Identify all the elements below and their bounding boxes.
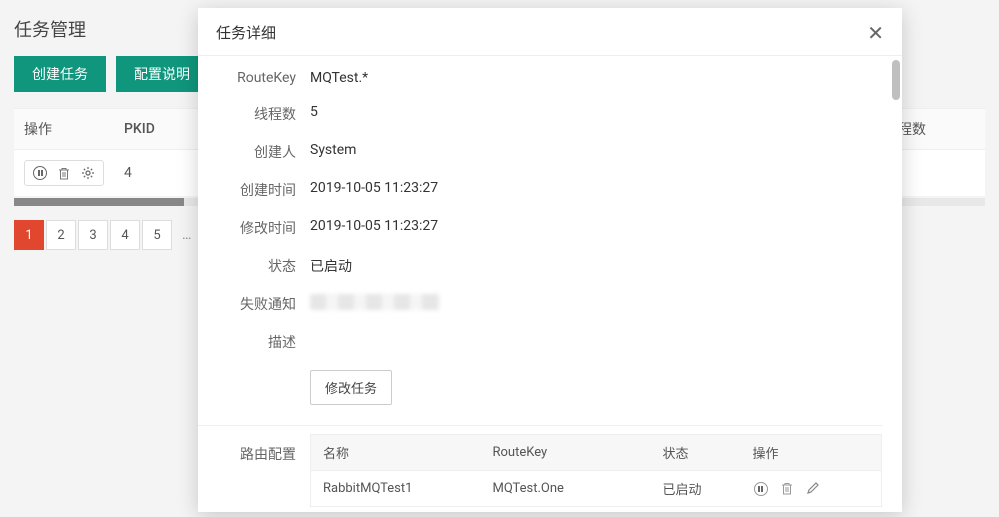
value-routekey: MQTest.* (310, 68, 882, 86)
value-modify-time: 2019-10-05 11:23:27 (310, 216, 882, 234)
rt-cell-name: RabbitMQTest1 (311, 471, 481, 507)
page-2[interactable]: 2 (46, 220, 76, 250)
label-description: 描述 (198, 330, 310, 352)
task-detail-modal: 任务详细 ✕ RouteKey MQTest.* 线程数 5 创建人 Syste… (198, 8, 902, 512)
col-header-operate: 操作 (14, 109, 114, 150)
close-icon[interactable]: ✕ (867, 23, 884, 43)
rt-col-routekey: RouteKey (481, 435, 651, 471)
value-creator: System (310, 140, 882, 158)
pause-icon[interactable] (753, 481, 769, 497)
rt-cell-status: 已启动 (651, 471, 741, 507)
edit-icon[interactable] (805, 481, 821, 497)
label-routekey: RouteKey (198, 68, 310, 86)
label-status: 状态 (198, 254, 310, 276)
rt-col-status: 状态 (651, 435, 741, 471)
page-4[interactable]: 4 (110, 220, 140, 250)
rt-col-name: 名称 (311, 435, 481, 471)
value-threads: 5 (310, 102, 882, 120)
rt-cell-routekey: MQTest.One (481, 471, 651, 507)
page-3[interactable]: 3 (78, 220, 108, 250)
route-op-group (753, 481, 870, 497)
label-creator: 创建人 (198, 140, 310, 162)
trash-icon[interactable] (53, 163, 75, 183)
route-table: 名称 RouteKey 状态 操作 RabbitMQTest1 MQTest.O… (310, 434, 882, 507)
route-row: RabbitMQTest1 MQTest.One 已启动 (311, 471, 882, 507)
row-op-group (24, 160, 104, 186)
page-5[interactable]: 5 (142, 220, 172, 250)
label-fail-notify: 失败通知 (198, 292, 310, 314)
page-ellipsis: … (174, 227, 199, 243)
value-fail-notify (310, 292, 882, 310)
label-route-config: 路由配置 (198, 434, 310, 512)
value-create-time: 2019-10-05 11:23:27 (310, 178, 882, 196)
label-threads: 线程数 (198, 102, 310, 124)
modal-title: 任务详细 (216, 22, 276, 43)
divider (198, 425, 882, 426)
create-task-button[interactable]: 创建任务 (14, 56, 106, 92)
config-desc-button[interactable]: 配置说明 (116, 56, 208, 92)
value-status: 已启动 (310, 254, 882, 276)
trash-icon[interactable] (779, 481, 795, 497)
gear-icon[interactable] (77, 163, 99, 183)
vertical-scrollbar[interactable] (892, 60, 900, 508)
value-description (310, 330, 882, 332)
pause-icon[interactable] (29, 163, 51, 183)
label-modify-time: 修改时间 (198, 216, 310, 238)
edit-task-button[interactable]: 修改任务 (310, 370, 392, 405)
page-1[interactable]: 1 (14, 220, 44, 250)
redacted-content (310, 294, 440, 310)
label-create-time: 创建时间 (198, 178, 310, 200)
rt-col-operate: 操作 (741, 435, 882, 471)
